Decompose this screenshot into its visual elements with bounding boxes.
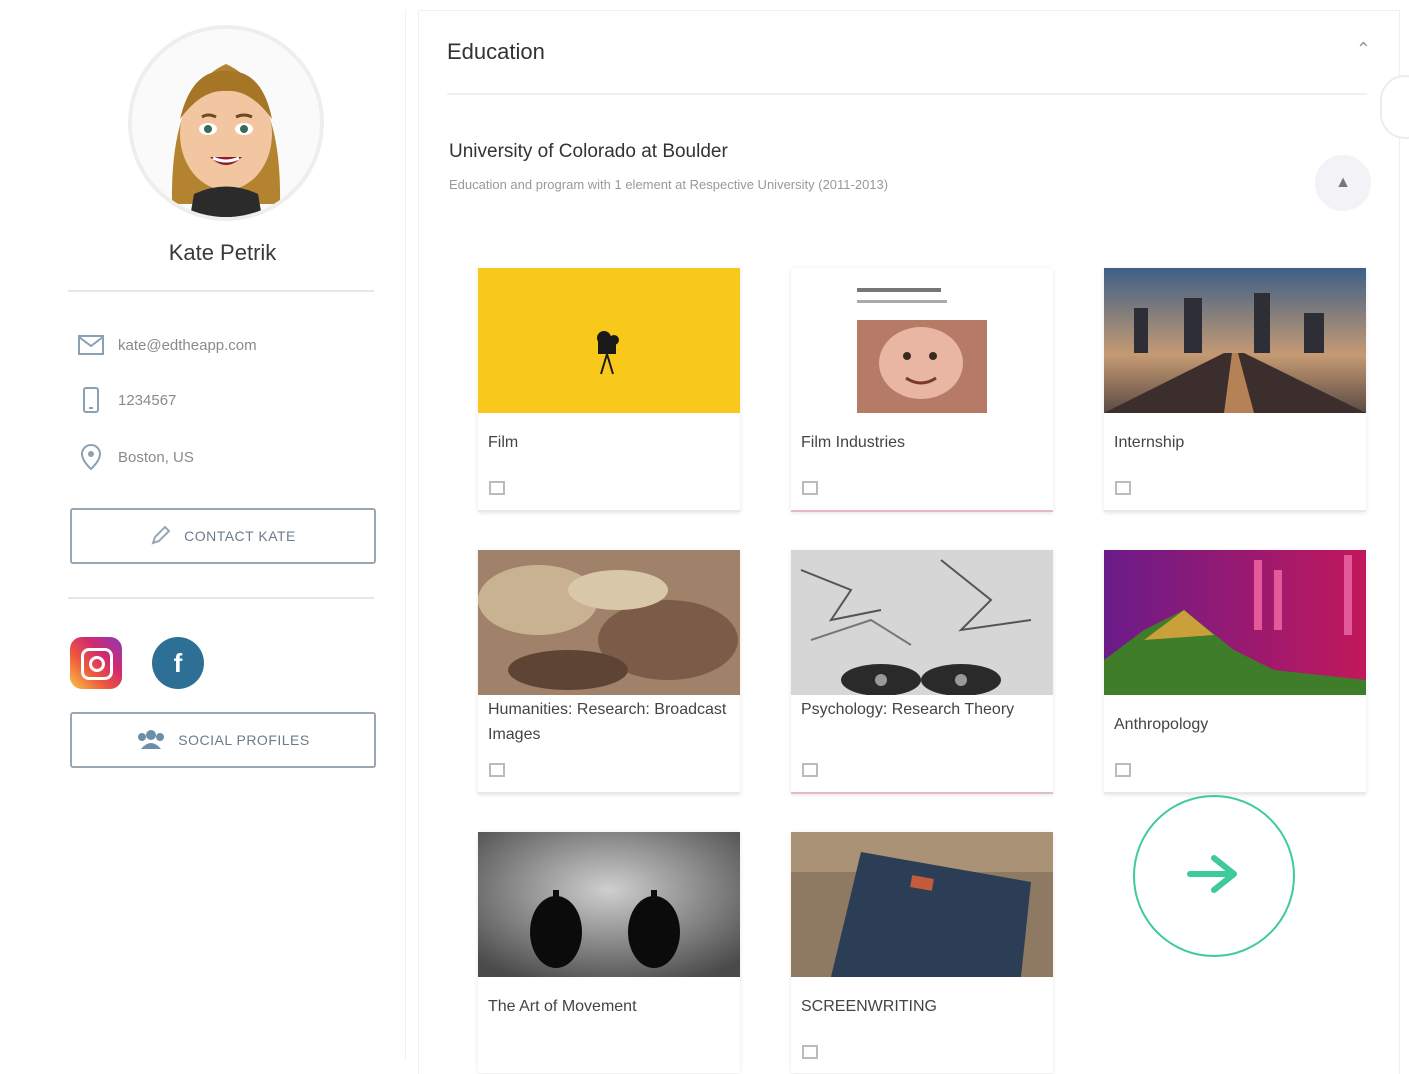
- course-card[interactable]: Anthropology: [1104, 550, 1366, 794]
- contact-phone-row: 1234567: [78, 385, 176, 415]
- course-card[interactable]: SCREENWRITING: [791, 832, 1053, 1073]
- course-title: Film Industries: [801, 434, 906, 451]
- divider: [447, 93, 1367, 95]
- course-title: Film: [488, 434, 519, 451]
- contact-kate-button-label: CONTACT KATE: [184, 528, 296, 544]
- course-thumbnail: [478, 268, 740, 413]
- course-thumbnail: [1104, 550, 1366, 695]
- facebook-icon[interactable]: f: [152, 637, 204, 689]
- course-type-icon: [801, 1044, 819, 1060]
- course-card[interactable]: Psychology: Research Theory: [791, 550, 1053, 794]
- card-underline: [478, 510, 740, 512]
- institution-subtitle: Education and program with 1 element at …: [449, 177, 889, 192]
- contact-kate-button[interactable]: CONTACT KATE: [70, 508, 376, 564]
- institution-name: University of Colorado at Boulder: [449, 141, 728, 162]
- course-card[interactable]: Film Industries: [791, 268, 1053, 512]
- course-type-icon: [1114, 762, 1132, 778]
- education-title: Education: [447, 39, 545, 64]
- course-thumbnail: [791, 550, 1053, 695]
- course-thumbnail: [791, 832, 1053, 977]
- profile-avatar: [128, 25, 324, 221]
- course-title: The Art of Movement: [488, 998, 637, 1015]
- card-underline: [1104, 510, 1366, 512]
- course-thumbnail: [478, 832, 740, 977]
- people-icon: [136, 728, 166, 753]
- card-underline: [478, 792, 740, 794]
- profile-name: Kate Petrik: [168, 240, 277, 265]
- contact-email-row: kate@edtheapp.com: [78, 330, 257, 360]
- course-thumbnail: [478, 550, 740, 695]
- profile-sidebar: Kate Petrik kate@edtheapp.com 1234567 Bo…: [30, 10, 406, 1060]
- card-underline: [1104, 792, 1366, 794]
- course-type-icon: [488, 762, 506, 778]
- course-card[interactable]: Internship: [1104, 268, 1366, 512]
- contact-location-row: Boston, US: [78, 442, 194, 472]
- course-thumbnail: [791, 268, 1053, 413]
- pencil-icon: [150, 524, 172, 549]
- course-card[interactable]: Humanities: Research: Broadcast Images: [478, 550, 740, 794]
- course-card[interactable]: The Art of Movement: [478, 832, 740, 1073]
- contact-location: Boston, US: [118, 448, 194, 466]
- bitmoji-avatar-image: [132, 29, 320, 217]
- course-thumbnail: [1104, 268, 1366, 413]
- course-title: SCREENWRITING: [801, 998, 937, 1015]
- course-title: Anthropology: [1114, 716, 1209, 733]
- card-underline: [791, 510, 1053, 512]
- arrow-right-icon: [1184, 852, 1244, 901]
- divider: [68, 597, 374, 599]
- contact-email[interactable]: kate@edtheapp.com: [118, 337, 257, 354]
- divider: [68, 290, 374, 292]
- course-type-icon: [801, 480, 819, 496]
- course-type-icon: [801, 762, 819, 778]
- mail-icon: [78, 332, 104, 358]
- chevron-up-icon: ▲: [1335, 174, 1351, 191]
- side-edge-button[interactable]: [1380, 75, 1409, 139]
- location-pin-icon: [78, 444, 104, 470]
- collapse-institution-button[interactable]: ▲: [1315, 155, 1371, 211]
- course-type-icon: [1114, 480, 1132, 496]
- contact-phone[interactable]: 1234567: [118, 392, 176, 409]
- chevron-up-icon[interactable]: ⌃: [1356, 39, 1371, 60]
- course-card[interactable]: Film: [478, 268, 740, 512]
- social-profiles-button[interactable]: SOCIAL PROFILES: [70, 712, 376, 768]
- course-type-icon: [488, 480, 506, 496]
- phone-icon: [78, 387, 104, 413]
- course-title: Psychology: Research Theory: [801, 701, 1015, 718]
- instagram-icon[interactable]: [70, 637, 122, 689]
- card-underline: [791, 792, 1053, 794]
- social-profiles-button-label: SOCIAL PROFILES: [178, 732, 310, 748]
- next-page-button[interactable]: [1133, 795, 1295, 957]
- course-title: Internship: [1114, 434, 1185, 451]
- course-title: Humanities: Research: Broadcast Images: [488, 701, 727, 743]
